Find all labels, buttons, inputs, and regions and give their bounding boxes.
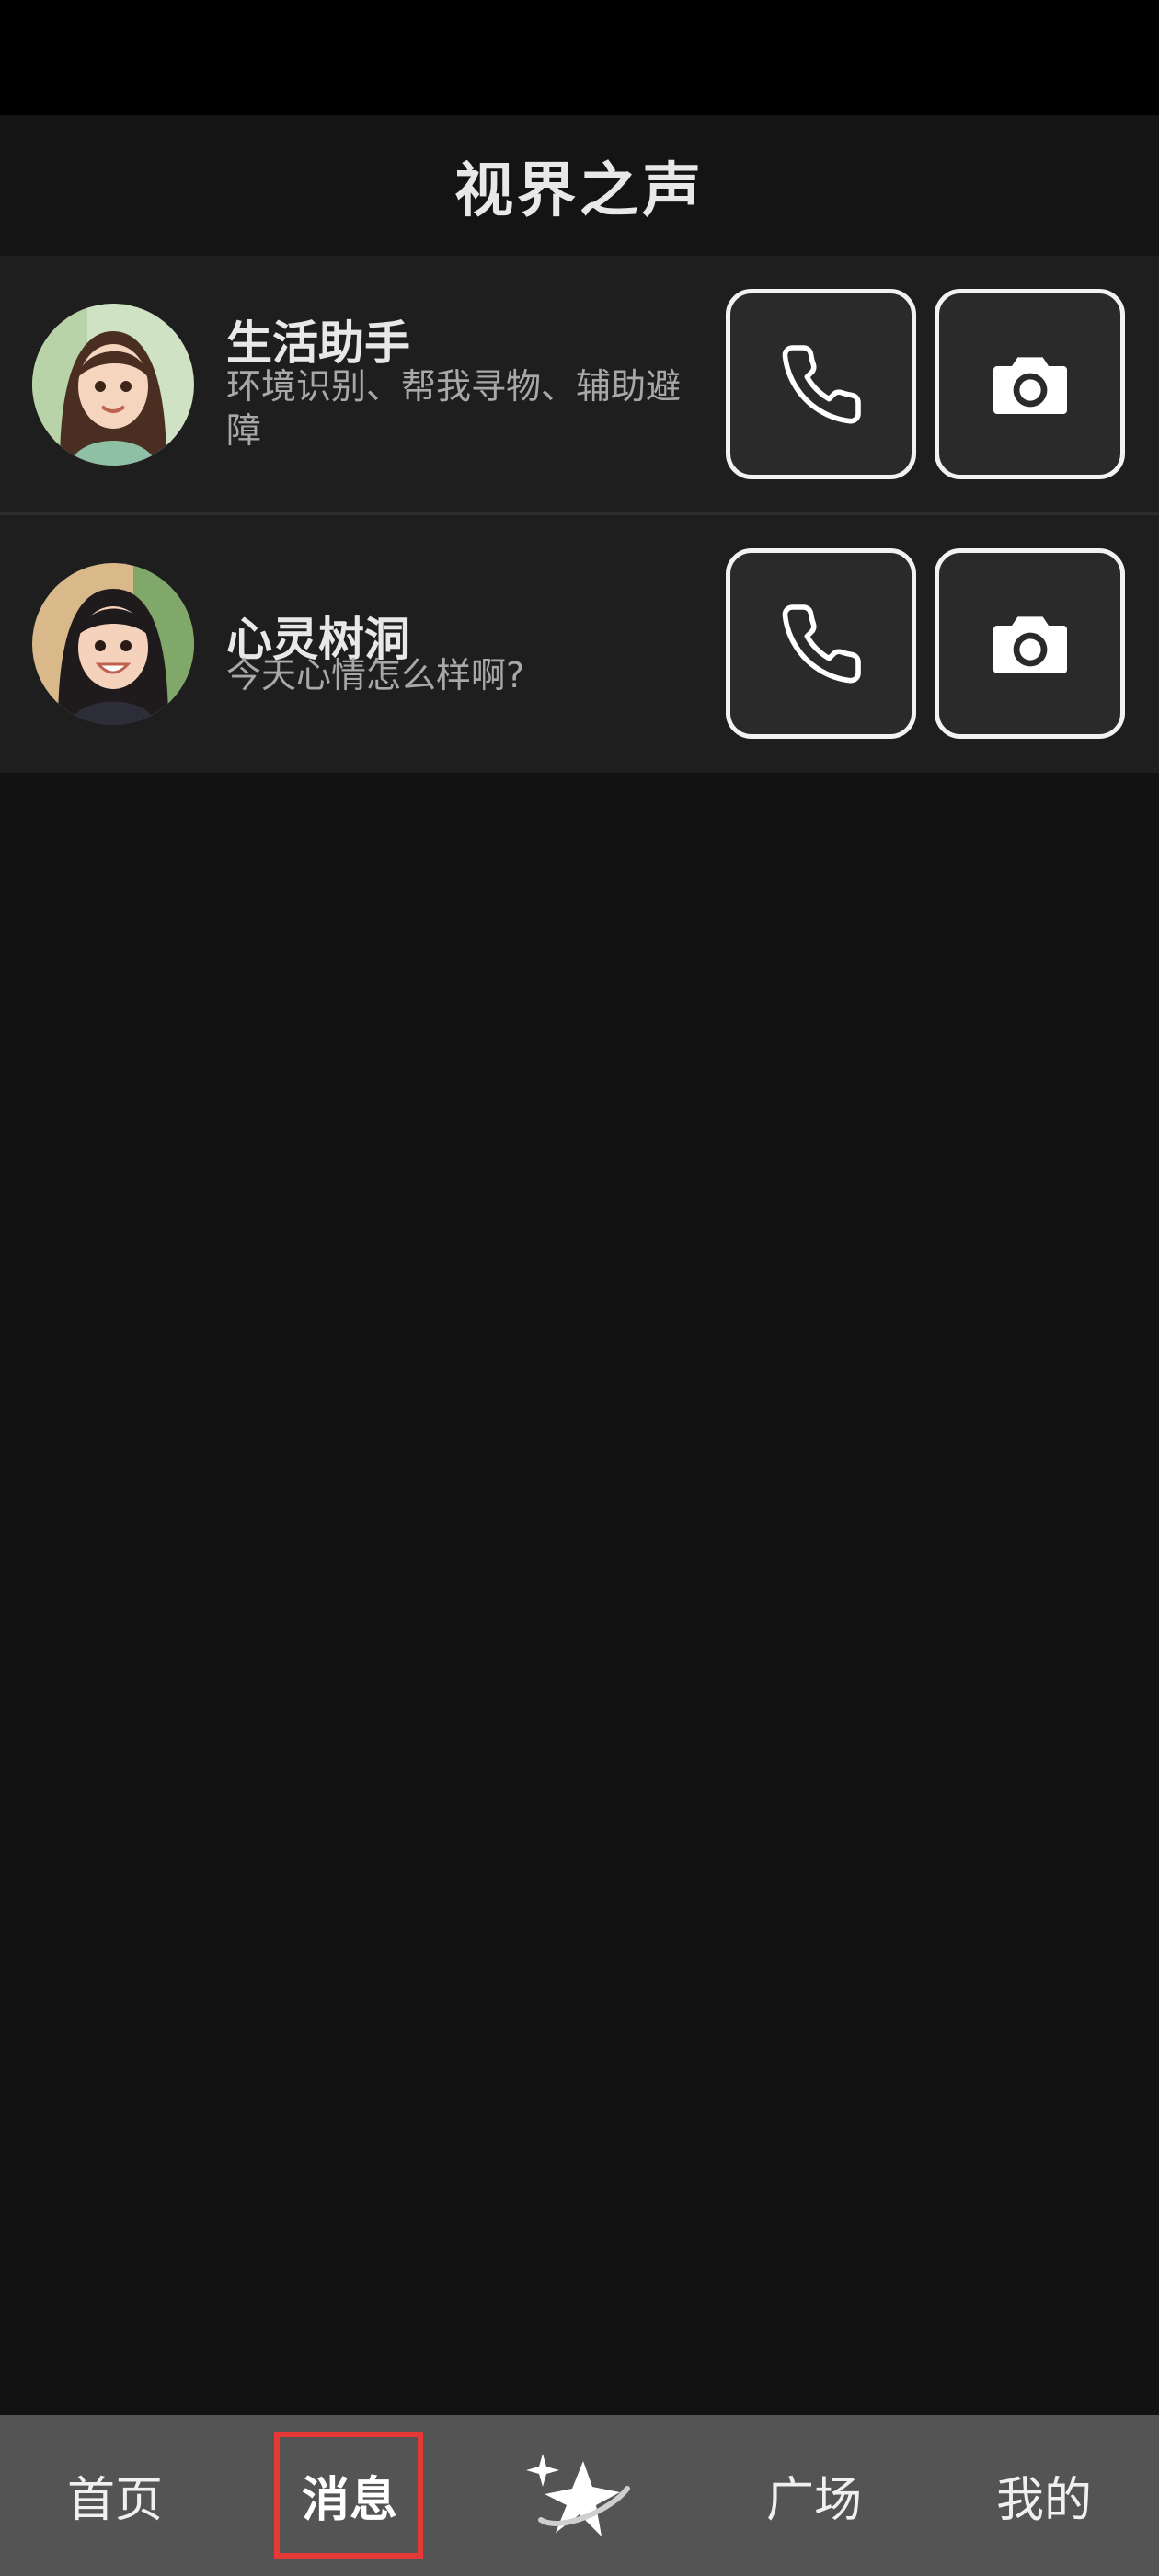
camera-button[interactable] (935, 289, 1125, 479)
camera-icon (993, 356, 1067, 414)
contact-name: 生活助手 (226, 316, 410, 370)
nav-me[interactable]: 我的 (966, 2415, 1122, 2576)
status-bar (0, 0, 1159, 115)
contact-description: 今天心情怎么样啊? (226, 655, 525, 696)
camera-icon (993, 615, 1067, 673)
contact-row-heart-tree[interactable]: 心灵树洞 今天心情怎么样啊? (0, 515, 1159, 773)
selection-highlight (274, 2432, 423, 2559)
bottom-nav: 首页 消息 广场 我的 (0, 2415, 1159, 2576)
avatar[interactable] (32, 304, 194, 466)
phone-icon (782, 604, 861, 683)
nav-home[interactable]: 首页 (37, 2415, 193, 2576)
nav-square[interactable]: 广场 (736, 2415, 892, 2576)
camera-button[interactable] (935, 548, 1125, 739)
app-header: 视界之声 (0, 115, 1159, 256)
sparkle-star-icon (526, 2453, 630, 2536)
contact-row-life-assistant[interactable]: 生活助手 环境识别、帮我寻物、辅助避障 (0, 256, 1159, 513)
voice-call-button[interactable] (726, 548, 916, 739)
nav-center-button[interactable] (515, 2415, 644, 2576)
avatar[interactable] (32, 563, 194, 725)
phone-icon (782, 344, 861, 423)
contact-description: 环境识别、帮我寻物、辅助避障 (226, 366, 682, 451)
voice-call-button[interactable] (726, 289, 916, 479)
app-title: 视界之声 (454, 156, 705, 225)
